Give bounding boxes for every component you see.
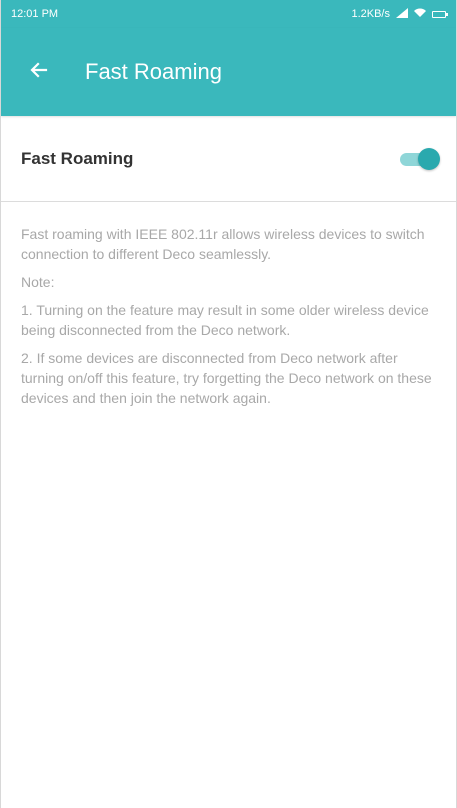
network-speed: 1.2KB/s xyxy=(351,7,390,20)
note-heading: Note: xyxy=(21,274,55,290)
back-button[interactable] xyxy=(15,48,63,96)
wifi-icon xyxy=(414,8,426,21)
status-icons: 1.2KB/s xyxy=(351,7,448,21)
note-item-2: 2. If some devices are disconnected from… xyxy=(21,350,432,406)
signal-icon xyxy=(396,7,408,21)
status-time: 12:01 PM xyxy=(11,8,59,20)
fast-roaming-toggle[interactable] xyxy=(398,147,440,171)
app-bar: Fast Roaming xyxy=(1,28,456,116)
toggle-thumb xyxy=(418,147,440,170)
page-title: Fast Roaming xyxy=(85,59,222,84)
app-screen: 12:01 PM 1.2KB/s Fast Roaming Fast Roami… xyxy=(0,0,457,808)
feature-description: Fast roaming with IEEE 802.11r allows wi… xyxy=(1,202,456,408)
fast-roaming-setting-row: Fast Roaming xyxy=(1,116,456,202)
fast-roaming-label: Fast Roaming xyxy=(21,148,134,168)
description-intro: Fast roaming with IEEE 802.11r allows wi… xyxy=(21,226,425,262)
status-bar: 12:01 PM 1.2KB/s xyxy=(1,0,456,28)
arrow-left-icon xyxy=(29,60,49,85)
note-item-1: 1. Turning on the feature may result in … xyxy=(21,302,429,338)
battery-icon xyxy=(432,10,448,18)
